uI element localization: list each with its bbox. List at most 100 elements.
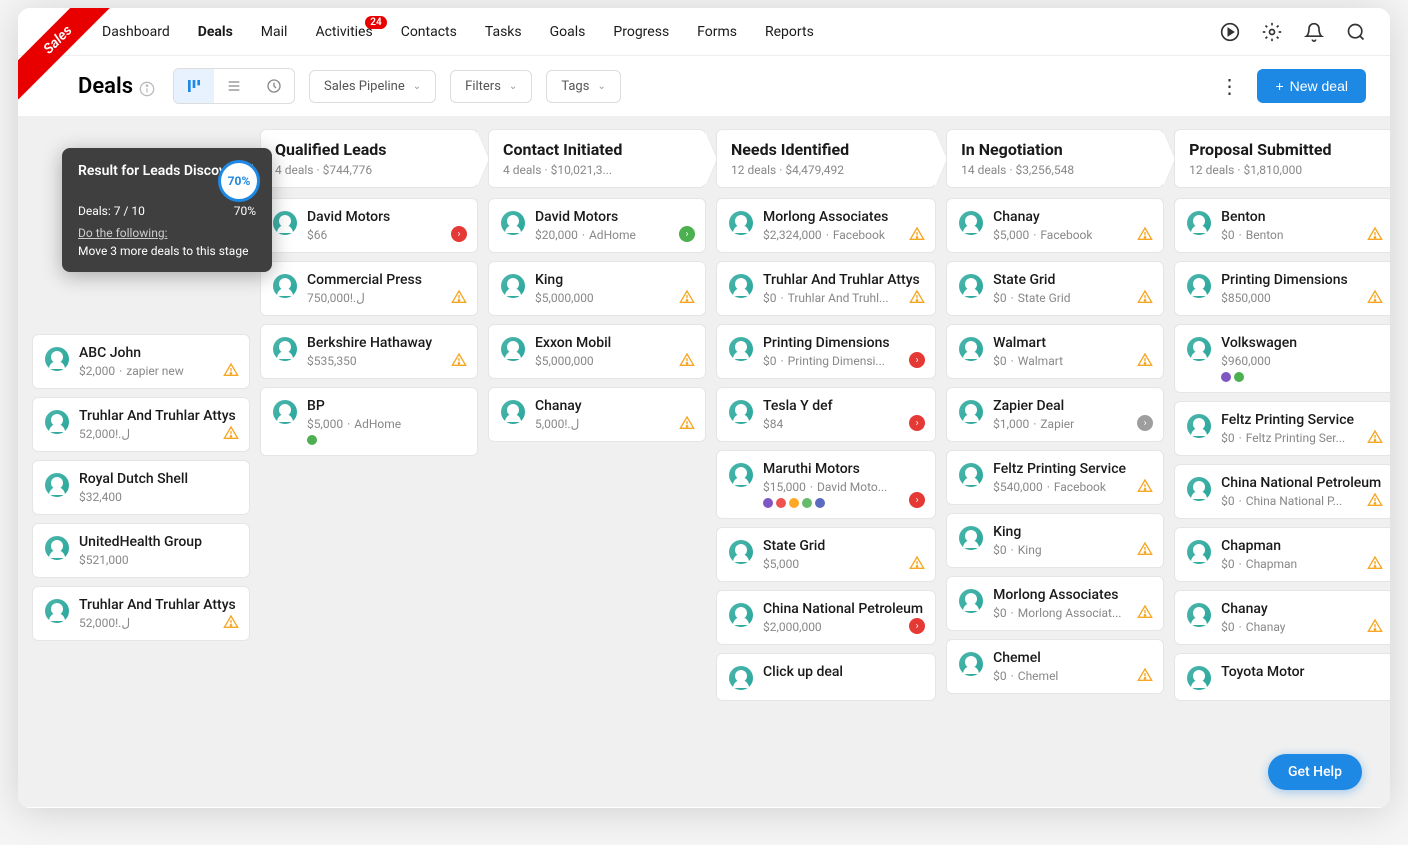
column-header[interactable]: Qualified Leads4 deals · $744,776 bbox=[260, 129, 478, 188]
deal-meta: $0·King bbox=[993, 543, 1151, 557]
deal-card[interactable]: Commercial Press 750,000!.ل bbox=[260, 261, 478, 316]
avatar bbox=[1187, 666, 1211, 690]
tooltip-instruction-link[interactable]: Do the following: bbox=[78, 226, 256, 240]
deal-card[interactable]: State Grid $5,000 bbox=[716, 527, 936, 582]
avatar bbox=[959, 463, 983, 487]
column-header[interactable]: In Negotiation14 deals · $3,256,548 bbox=[946, 129, 1164, 188]
deal-card[interactable]: Truhlar And Truhlar Attys 52,000!.ل bbox=[32, 397, 250, 452]
deal-card[interactable]: Chanay 5,000!.ل bbox=[488, 387, 706, 442]
deal-meta: $2,000·zapier new bbox=[79, 364, 237, 378]
deal-meta: $15,000·David Moto... bbox=[763, 480, 923, 494]
deal-title: Zapier Deal bbox=[993, 398, 1151, 414]
deal-card[interactable]: Truhlar And Truhlar Attys 52,000!.ل bbox=[32, 586, 250, 641]
deal-title: Chanay bbox=[1221, 601, 1381, 617]
nav-contacts[interactable]: Contacts bbox=[401, 24, 457, 40]
deal-card[interactable]: King $0·King bbox=[946, 513, 1164, 568]
play-icon[interactable] bbox=[1220, 22, 1240, 42]
column-header[interactable]: Needs Identified12 deals · $4,479,492 bbox=[716, 129, 936, 188]
pipeline-column: Proposal Submitted12 deals · $1,810,000 … bbox=[1174, 129, 1390, 795]
deal-card[interactable]: Printing Dimensions $0·Printing Dimensi.… bbox=[716, 324, 936, 379]
timeline-view-button[interactable] bbox=[254, 69, 294, 103]
warning-icon bbox=[1137, 478, 1153, 494]
pipeline-dropdown[interactable]: Sales Pipeline⌄ bbox=[309, 70, 436, 103]
avatar bbox=[729, 274, 753, 298]
deal-card[interactable]: Maruthi Motors $15,000·David Moto... › bbox=[716, 450, 936, 519]
deal-card[interactable]: ABC John $2,000·zapier new bbox=[32, 334, 250, 389]
filters-dropdown[interactable]: Filters⌄ bbox=[450, 70, 532, 103]
avatar bbox=[45, 536, 69, 560]
card-body: Commercial Press 750,000!.ل bbox=[307, 272, 465, 305]
deal-card[interactable]: State Grid $0·State Grid bbox=[946, 261, 1164, 316]
deal-card[interactable]: Zapier Deal $1,000·Zapier › bbox=[946, 387, 1164, 442]
get-help-button[interactable]: Get Help bbox=[1268, 754, 1362, 790]
deal-card[interactable]: Royal Dutch Shell $32,400 bbox=[32, 460, 250, 515]
deal-title: ABC John bbox=[79, 345, 237, 361]
bell-icon[interactable] bbox=[1304, 22, 1324, 42]
column-title: Needs Identified bbox=[731, 140, 921, 159]
deal-card[interactable]: Tesla Y def $84 › bbox=[716, 387, 936, 442]
kanban-view-button[interactable] bbox=[174, 69, 214, 103]
nav-progress[interactable]: Progress bbox=[613, 24, 669, 40]
avatar bbox=[45, 410, 69, 434]
deal-card[interactable]: Click up deal bbox=[716, 653, 936, 701]
deal-card[interactable]: Chapman $0·Chapman bbox=[1174, 527, 1390, 582]
avatar bbox=[959, 337, 983, 361]
deal-card[interactable]: UnitedHealth Group $521,000 bbox=[32, 523, 250, 578]
more-options-button[interactable]: ⋮ bbox=[1219, 74, 1239, 98]
nav-mail[interactable]: Mail bbox=[261, 24, 288, 40]
deal-card[interactable]: Chanay $0·Chanay bbox=[1174, 590, 1390, 645]
toolbar: Deals Sales Pipeline⌄ Filters⌄ Tags⌄ ⋮ +… bbox=[18, 56, 1390, 117]
deal-title: Morlong Associates bbox=[993, 587, 1151, 603]
app-window: Sales Dashboard Deals Mail Activities 24… bbox=[18, 8, 1390, 808]
deal-card[interactable]: Toyota Motor bbox=[1174, 653, 1390, 701]
nav-goals[interactable]: Goals bbox=[550, 24, 586, 40]
pipeline-column: Needs Identified12 deals · $4,479,492 Mo… bbox=[716, 129, 936, 795]
deal-card[interactable]: China National Petroleum $0·China Nation… bbox=[1174, 464, 1390, 519]
deal-card[interactable]: Berkshire Hathaway $535,350 bbox=[260, 324, 478, 379]
deal-card[interactable]: Volkswagen $960,000 bbox=[1174, 324, 1390, 393]
new-deal-button[interactable]: +New deal bbox=[1257, 69, 1366, 103]
avatar bbox=[501, 274, 525, 298]
deal-card[interactable]: Morlong Associates $2,324,000·Facebook bbox=[716, 198, 936, 253]
deal-card[interactable]: Morlong Associates $0·Morlong Associat..… bbox=[946, 576, 1164, 631]
tags-dropdown[interactable]: Tags⌄ bbox=[546, 70, 621, 103]
deal-card[interactable]: Feltz Printing Service $540,000·Facebook bbox=[946, 450, 1164, 505]
avatar bbox=[273, 337, 297, 361]
deal-card[interactable]: Exxon Mobil $5,000,000 bbox=[488, 324, 706, 379]
nav-reports[interactable]: Reports bbox=[765, 24, 814, 40]
warning-icon bbox=[679, 352, 695, 368]
card-body: Chapman $0·Chapman bbox=[1221, 538, 1381, 571]
deal-card[interactable]: David Motors $66 › bbox=[260, 198, 478, 253]
nav-activities[interactable]: Activities 24 bbox=[315, 24, 372, 40]
deal-title: Toyota Motor bbox=[1221, 664, 1381, 680]
deal-card[interactable]: King $5,000,000 bbox=[488, 261, 706, 316]
info-icon[interactable] bbox=[139, 78, 155, 94]
deal-card[interactable]: Chemel $0·Chemel bbox=[946, 639, 1164, 694]
search-icon[interactable] bbox=[1346, 22, 1366, 42]
deal-card[interactable]: BP $5,000·AdHome bbox=[260, 387, 478, 456]
nav-tasks[interactable]: Tasks bbox=[485, 24, 522, 40]
deal-meta: $5,000·AdHome bbox=[307, 417, 465, 431]
column-header[interactable]: Contact Initiated4 deals · $10,021,3... bbox=[488, 129, 706, 188]
list-view-button[interactable] bbox=[214, 69, 254, 103]
pipeline-column: Contact Initiated4 deals · $10,021,3... … bbox=[488, 129, 706, 795]
deal-card[interactable]: Benton $0·Benton bbox=[1174, 198, 1390, 253]
deal-card[interactable]: Feltz Printing Service $0·Feltz Printing… bbox=[1174, 401, 1390, 456]
nav-forms[interactable]: Forms bbox=[697, 24, 737, 40]
column-header[interactable]: Proposal Submitted12 deals · $1,810,000 bbox=[1174, 129, 1390, 188]
avatar bbox=[45, 599, 69, 623]
nav-deals[interactable]: Deals bbox=[198, 24, 233, 40]
deal-meta: 52,000!.ل bbox=[79, 427, 237, 441]
deal-card[interactable]: Walmart $0·Walmart bbox=[946, 324, 1164, 379]
gear-icon[interactable] bbox=[1262, 22, 1282, 42]
avatar bbox=[45, 347, 69, 371]
deal-card[interactable]: David Motors $20,000·AdHome › bbox=[488, 198, 706, 253]
deal-card[interactable]: Truhlar And Truhlar Attys $0·Truhlar And… bbox=[716, 261, 936, 316]
deal-card[interactable]: Printing Dimensions $850,000 bbox=[1174, 261, 1390, 316]
card-body: King $5,000,000 bbox=[535, 272, 693, 305]
deal-meta: $32,400 bbox=[79, 490, 237, 504]
pipeline-label: Sales Pipeline bbox=[324, 79, 405, 94]
deal-card[interactable]: Chanay $5,000·Facebook bbox=[946, 198, 1164, 253]
avatar bbox=[729, 666, 753, 690]
deal-card[interactable]: China National Petroleum $2,000,000 › bbox=[716, 590, 936, 645]
